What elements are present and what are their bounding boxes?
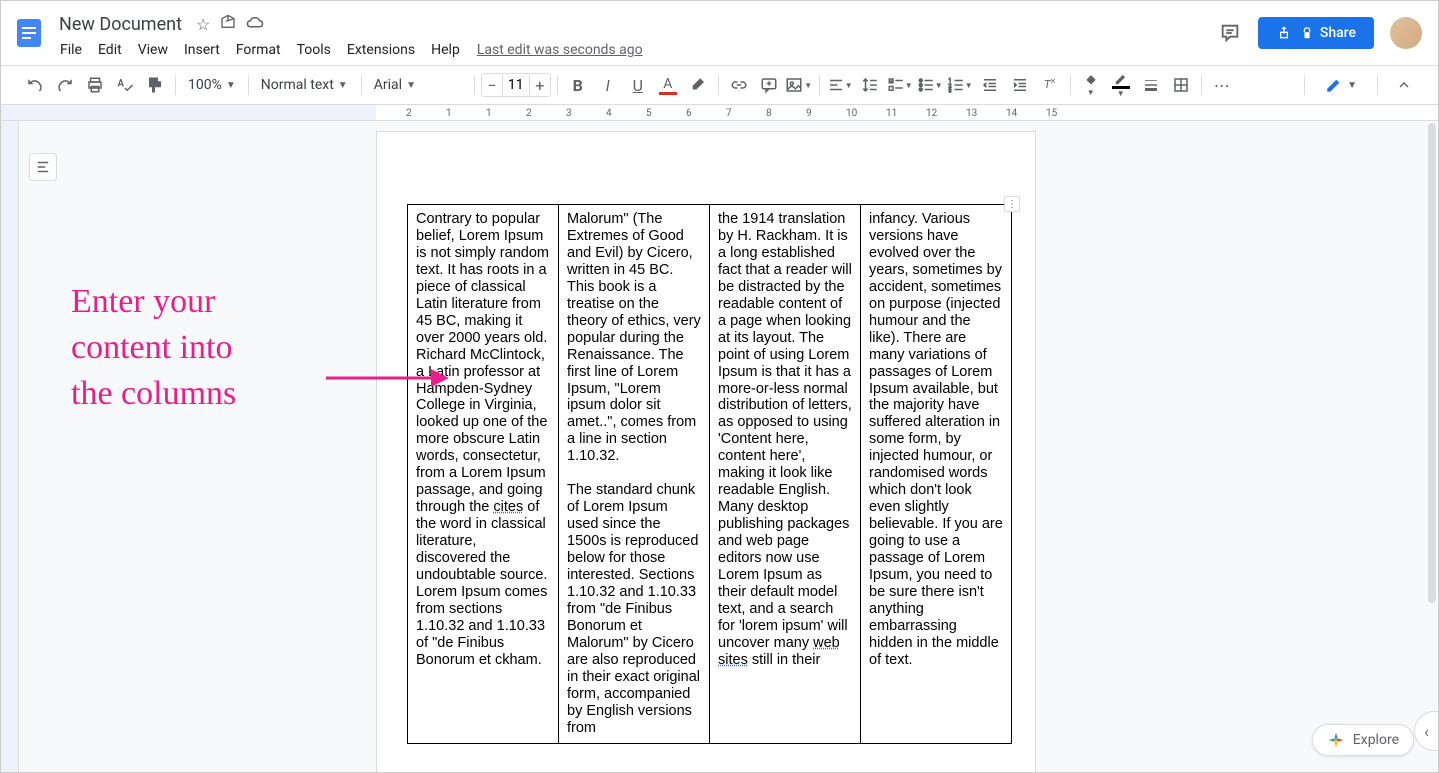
hide-menus-button[interactable]: [1390, 71, 1418, 99]
table-cell[interactable]: the 1914 translation by H. Rackham. It i…: [710, 205, 861, 744]
align-button[interactable]: ▼: [826, 71, 854, 99]
document-title[interactable]: New Document: [53, 12, 188, 37]
table-options-handle[interactable]: ⋮: [1004, 196, 1020, 212]
table-cell[interactable]: Contrary to popular belief, Lorem Ipsum …: [408, 205, 559, 744]
font-size-control: − 11 +: [481, 73, 551, 97]
document-canvas: ⋮ Contrary to popular belief, Lorem Ipsu…: [1, 121, 1438, 772]
document-page[interactable]: ⋮ Contrary to popular belief, Lorem Ipsu…: [376, 131, 1036, 772]
border-style-button[interactable]: [1167, 71, 1195, 99]
title-area: New Document ☆ File Edit View Insert For…: [53, 4, 1218, 62]
table-cell[interactable]: infancy. Various versions have evolved o…: [861, 205, 1012, 744]
paint-format-button[interactable]: [141, 71, 169, 99]
editing-mode-button[interactable]: ▼: [1317, 72, 1365, 98]
style-select[interactable]: Normal text▼: [255, 72, 355, 98]
app-header: New Document ☆ File Edit View Insert For…: [1, 1, 1438, 65]
font-size-input[interactable]: 11: [502, 74, 530, 96]
outline-toggle-button[interactable]: [29, 153, 57, 181]
menu-file[interactable]: File: [53, 40, 89, 60]
insert-image-button[interactable]: ▼: [785, 71, 813, 99]
menu-tools[interactable]: Tools: [290, 40, 338, 60]
bold-button[interactable]: B: [564, 71, 592, 99]
decrease-indent-button[interactable]: [976, 71, 1004, 99]
border-color-button[interactable]: ▼: [1107, 71, 1135, 99]
share-button[interactable]: Share: [1258, 17, 1374, 49]
svg-text:3: 3: [948, 89, 951, 95]
border-width-button[interactable]: [1137, 71, 1165, 99]
share-label: Share: [1320, 25, 1356, 41]
account-avatar[interactable]: [1390, 17, 1422, 49]
print-button[interactable]: [81, 71, 109, 99]
more-tools-button[interactable]: ⋯: [1208, 71, 1236, 99]
star-icon[interactable]: ☆: [196, 15, 210, 34]
vertical-ruler[interactable]: [1, 121, 19, 772]
table-cell[interactable]: Malorum" (The Extremes of Good and Evil)…: [559, 205, 710, 744]
side-panel-toggle[interactable]: ‹: [1414, 711, 1438, 751]
text-color-button[interactable]: A: [654, 71, 682, 99]
insert-link-button[interactable]: [725, 71, 753, 99]
bulleted-list-button[interactable]: ▼: [916, 71, 944, 99]
docs-logo[interactable]: [9, 13, 49, 53]
cloud-status-icon[interactable]: [246, 15, 264, 34]
checklist-button[interactable]: ▼: [886, 71, 914, 99]
spellcheck-button[interactable]: A: [111, 71, 139, 99]
redo-button[interactable]: [51, 71, 79, 99]
menu-bar: File Edit View Insert Format Tools Exten…: [53, 38, 1218, 62]
italic-button[interactable]: I: [594, 71, 622, 99]
svg-text:✕: ✕: [1050, 78, 1056, 86]
document-table[interactable]: Contrary to popular belief, Lorem Ipsum …: [407, 204, 1012, 744]
menu-edit[interactable]: Edit: [91, 40, 129, 60]
svg-text:A: A: [118, 79, 125, 90]
undo-button[interactable]: [21, 71, 49, 99]
highlight-button[interactable]: [684, 71, 712, 99]
decrease-font-button[interactable]: −: [482, 76, 502, 95]
font-select[interactable]: Arial▼: [368, 72, 468, 98]
menu-insert[interactable]: Insert: [177, 40, 227, 60]
increase-font-button[interactable]: +: [530, 76, 550, 95]
insert-comment-button[interactable]: [755, 71, 783, 99]
toolbar: A 100%▼ Normal text▼ Arial▼ − 11 + B I U…: [1, 65, 1438, 105]
clear-formatting-button[interactable]: T✕: [1036, 71, 1064, 99]
menu-extensions[interactable]: Extensions: [340, 40, 422, 60]
numbered-list-button[interactable]: 123▼: [946, 71, 974, 99]
explore-button[interactable]: Explore: [1312, 724, 1414, 756]
vertical-scrollbar[interactable]: [1424, 121, 1436, 772]
menu-view[interactable]: View: [131, 40, 175, 60]
menu-format[interactable]: Format: [229, 40, 288, 60]
last-edit-link[interactable]: Last edit was seconds ago: [477, 42, 643, 58]
table-row: Contrary to popular belief, Lorem Ipsum …: [408, 205, 1012, 744]
comments-button[interactable]: [1218, 21, 1242, 45]
fill-color-button[interactable]: ▼: [1077, 71, 1105, 99]
horizontal-ruler[interactable]: 21123456789101112131415: [1, 105, 1438, 121]
zoom-select[interactable]: 100%▼: [182, 72, 242, 98]
underline-button[interactable]: U: [624, 71, 652, 99]
increase-indent-button[interactable]: [1006, 71, 1034, 99]
line-spacing-button[interactable]: [856, 71, 884, 99]
move-icon[interactable]: [220, 14, 236, 34]
menu-help[interactable]: Help: [424, 40, 467, 60]
